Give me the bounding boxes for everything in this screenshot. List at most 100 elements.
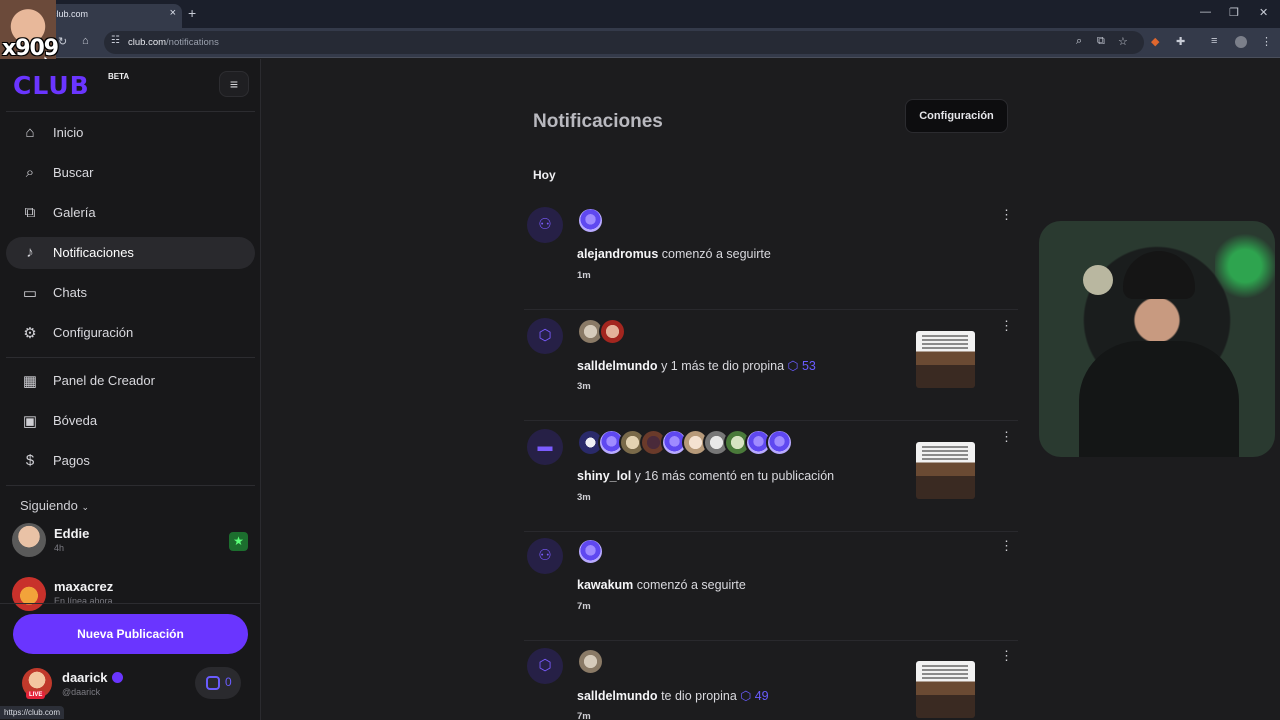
- more-options-icon[interactable]: ⋮: [1000, 648, 1013, 664]
- notification-text: salldelmundo y 1 más te dio propina ⬡ 53: [577, 358, 816, 373]
- following-label: Siguiendo: [20, 498, 78, 513]
- live-badge: LIVE: [26, 691, 46, 699]
- window-close-icon[interactable]: ✕: [1259, 6, 1268, 19]
- gear-icon: ⚙: [23, 325, 37, 342]
- notification-time: 3m: [577, 381, 591, 392]
- notification-item[interactable]: ▬ shiny_lol y 16 más comentó en tu publi…: [524, 422, 1018, 532]
- notification-user[interactable]: kawakum: [577, 578, 633, 592]
- restore-icon[interactable]: ❐: [1229, 6, 1239, 19]
- avatar-eddie[interactable]: [12, 523, 46, 557]
- comment-icon: ▬: [527, 429, 563, 465]
- close-tab-icon[interactable]: ×: [170, 7, 176, 19]
- live-star-icon: ★: [229, 532, 248, 551]
- more-options-icon[interactable]: ⋮: [1000, 538, 1013, 554]
- tip-icon: ⬡: [527, 648, 563, 684]
- post-thumbnail[interactable]: [916, 442, 975, 499]
- more-options-icon[interactable]: ⋮: [1000, 429, 1013, 445]
- notification-item[interactable]: ⬡ salldelmundo te dio propina ⬡ 49 7m ⋮: [524, 641, 1018, 720]
- extensions-puzzle-icon[interactable]: ✚: [1176, 35, 1185, 48]
- reload-icon[interactable]: ↻: [58, 35, 67, 48]
- nav-inicio[interactable]: ⌂ Inicio: [6, 117, 255, 149]
- avatar[interactable]: [766, 429, 793, 456]
- zoom-icon[interactable]: ⌕: [1076, 35, 1082, 48]
- post-thumbnail[interactable]: [916, 661, 975, 718]
- following-sub: 4h: [54, 543, 65, 553]
- chevron-down-icon: ⌄: [81, 502, 89, 512]
- following-toggle[interactable]: Siguiendo ⌄: [20, 498, 89, 513]
- extension-icon[interactable]: ◆: [1151, 35, 1159, 48]
- notification-user[interactable]: alejandromus: [577, 247, 658, 261]
- nav-label: Configuración: [53, 325, 134, 340]
- media-icon[interactable]: ≡: [1211, 35, 1217, 47]
- address-bar[interactable]: ☷ club.com/notifications ⌕ ⧉ ☆: [104, 31, 1144, 54]
- nav-configuracion[interactable]: ⚙ Configuración: [6, 317, 255, 349]
- verified-icon: [112, 672, 123, 683]
- new-post-button[interactable]: Nueva Publicación: [13, 614, 248, 654]
- nav-panel-creador[interactable]: ▦ Panel de Creador: [6, 365, 255, 397]
- nav-label: Panel de Creador: [53, 373, 155, 388]
- nav-buscar[interactable]: ⌕ Buscar: [6, 157, 255, 189]
- url-host: club.com: [128, 37, 167, 48]
- nav-label: Notificaciones: [53, 245, 134, 260]
- avatar[interactable]: [599, 318, 626, 345]
- minimize-icon[interactable]: —: [1200, 6, 1211, 18]
- coin-balance: 0: [225, 675, 232, 689]
- nav-pagos[interactable]: $ Pagos: [6, 445, 255, 477]
- new-tab-icon[interactable]: +: [188, 5, 196, 21]
- notification-item[interactable]: ⬡ salldelmundo y 1 más te dio propina ⬡ …: [524, 311, 1018, 421]
- my-name[interactable]: daarick: [62, 670, 108, 685]
- microphone: [1083, 265, 1113, 295]
- follow-icon: ⚇: [527, 538, 563, 574]
- notification-time: 7m: [577, 601, 591, 612]
- tip-amount: 49: [754, 689, 769, 703]
- settings-button[interactable]: Configuración: [905, 99, 1008, 133]
- install-icon[interactable]: ⧉: [1097, 35, 1105, 48]
- following-name[interactable]: Eddie: [54, 526, 89, 541]
- more-options-icon[interactable]: ⋮: [1000, 318, 1013, 334]
- vault-icon: ▣: [22, 413, 38, 430]
- avatar[interactable]: [577, 538, 604, 565]
- more-options-icon[interactable]: ⋮: [1000, 207, 1013, 223]
- home-icon: ⌂: [25, 124, 35, 141]
- post-thumbnail[interactable]: [916, 331, 975, 388]
- coin-icon: ⬡: [787, 359, 799, 373]
- browser-menu-icon[interactable]: ⋮: [1261, 35, 1272, 48]
- hamburger-menu-icon[interactable]: ≡: [219, 71, 249, 97]
- coin-balance-button[interactable]: 0: [195, 667, 241, 699]
- dollar-icon: $: [25, 452, 35, 469]
- avatar[interactable]: [577, 648, 604, 675]
- nav-chats[interactable]: ▭ Chats: [6, 277, 255, 309]
- streamer-body: [1079, 341, 1239, 457]
- club-logo[interactable]: CLUB: [13, 71, 90, 100]
- notification-text: alejandromus comenzó a seguirte: [577, 247, 771, 261]
- notification-text: salldelmundo te dio propina ⬡ 49: [577, 688, 769, 703]
- notification-user[interactable]: salldelmundo: [577, 689, 658, 703]
- divider: [524, 420, 1018, 421]
- nav-galeria[interactable]: ⧉ Galería: [6, 197, 255, 229]
- section-today: Hoy: [533, 168, 556, 182]
- notification-message: comenzó a seguirte: [636, 578, 746, 592]
- profile-avatar-icon[interactable]: [1235, 36, 1247, 48]
- status-bar-url: https://club.com: [0, 706, 65, 719]
- avatar-maxacrez[interactable]: [12, 577, 46, 611]
- nav-label: Galería: [53, 205, 96, 220]
- avatar[interactable]: [577, 207, 604, 234]
- my-handle: @daarick: [62, 687, 101, 697]
- streamer-hair: [1123, 251, 1195, 299]
- url-text: club.com/notifications: [128, 37, 219, 48]
- browser-tab[interactable]: club.com ×: [38, 4, 182, 28]
- notification-item[interactable]: ⚇ kawakum comenzó a seguirte 7m ⋮: [524, 531, 1018, 641]
- divider: [6, 357, 255, 358]
- notification-time: 1m: [577, 270, 591, 281]
- following-name[interactable]: maxacrez: [54, 579, 113, 594]
- notification-message: y 16 más comentó en tu publicación: [634, 469, 835, 483]
- site-info-icon[interactable]: ☷: [111, 35, 120, 46]
- notification-user[interactable]: shiny_lol: [577, 469, 631, 483]
- home-button-icon[interactable]: ⌂: [82, 35, 89, 47]
- notification-item[interactable]: ⚇ alejandromus comenzó a seguirte 1m ⋮: [524, 200, 1018, 310]
- divider: [524, 309, 1018, 310]
- bookmark-star-icon[interactable]: ☆: [1118, 35, 1128, 48]
- nav-boveda[interactable]: ▣ Bóveda: [6, 405, 255, 437]
- notification-user[interactable]: salldelmundo: [577, 359, 658, 373]
- nav-notificaciones[interactable]: ♪ Notificaciones: [6, 237, 255, 269]
